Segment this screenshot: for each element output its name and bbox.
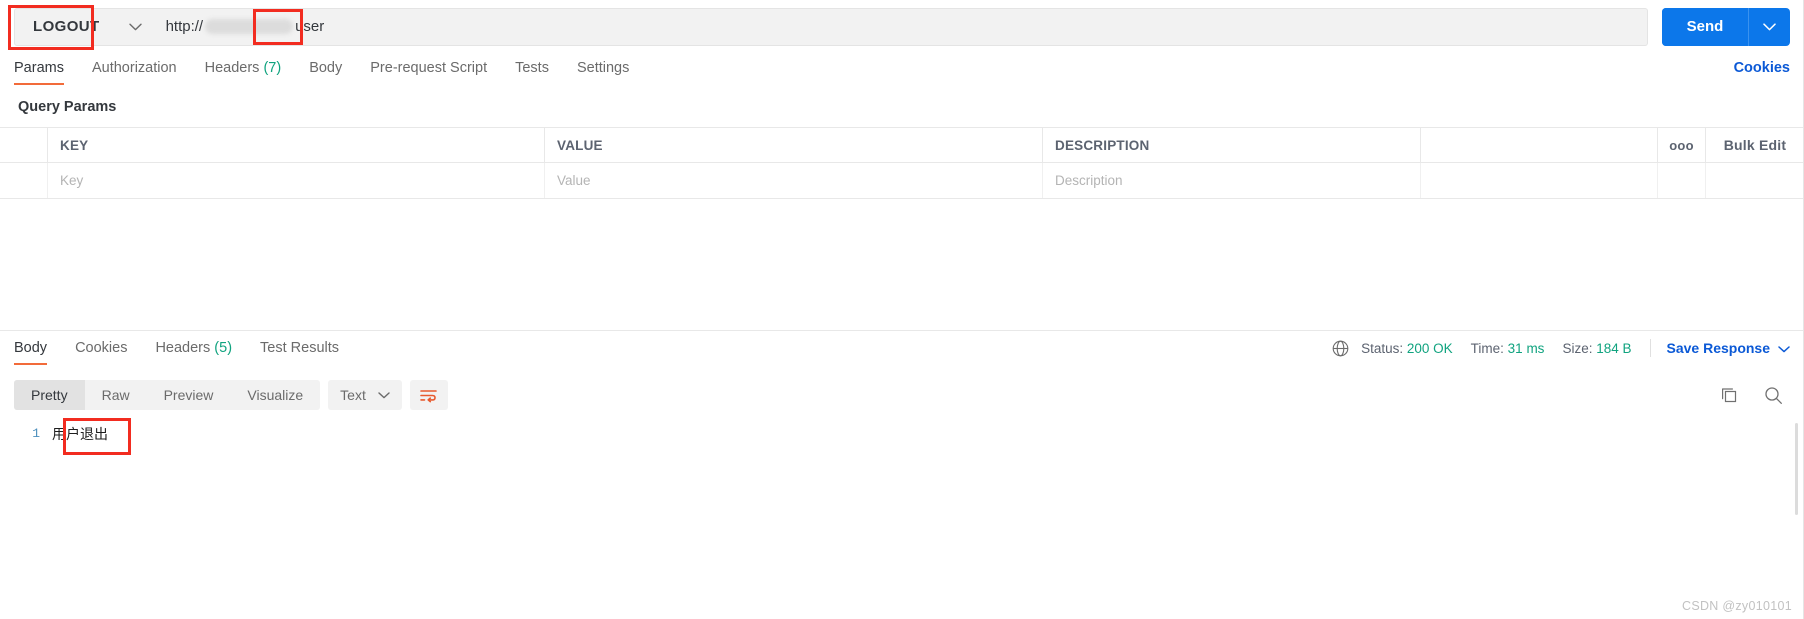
- save-response-button[interactable]: Save Response: [1667, 340, 1791, 356]
- response-tab-cookies-label: Cookies: [75, 339, 128, 356]
- http-method-label: LOGOUT: [33, 18, 100, 35]
- response-format-toolbar: Pretty Raw Preview Visualize Text: [0, 373, 1804, 417]
- search-icon[interactable]: [1756, 380, 1790, 410]
- status-value: 200 OK: [1406, 340, 1453, 356]
- response-language-selector[interactable]: Text: [328, 380, 402, 410]
- url-redacted-host: [205, 19, 294, 34]
- tab-body-label: Body: [309, 60, 343, 76]
- tab-body[interactable]: Body: [309, 60, 342, 85]
- response-tab-test-results[interactable]: Test Results: [260, 340, 339, 365]
- response-size: Size: 184 B: [1562, 341, 1631, 356]
- send-button-group: Send: [1662, 7, 1790, 46]
- response-tab-body-label: Body: [14, 339, 48, 356]
- chevron-down-icon[interactable]: [116, 8, 156, 46]
- response-scrollbar[interactable]: [1795, 423, 1798, 515]
- cookies-link[interactable]: Cookies: [1734, 60, 1790, 85]
- size-label: Size:: [1562, 340, 1593, 356]
- request-tab-bar: Params Authorization Headers (7) Body Pr…: [0, 53, 1804, 92]
- code-line: 1 用户退出: [0, 417, 1804, 445]
- size-value: 184 B: [1596, 340, 1632, 356]
- response-status-group: Status: 200 OK Time: 31 ms Size: 184 B S…: [1332, 339, 1790, 365]
- response-body-viewer[interactable]: 1 用户退出: [0, 417, 1804, 602]
- view-visualize-button[interactable]: Visualize: [230, 380, 320, 410]
- row-spacer-cell: [1421, 163, 1658, 198]
- tab-tests[interactable]: Tests: [515, 60, 549, 85]
- query-params-table: KEY VALUE DESCRIPTION ooo Bulk Edit Key …: [0, 127, 1804, 199]
- status-label: Status:: [1361, 340, 1404, 356]
- query-params-heading: Query Params: [18, 99, 117, 115]
- status-divider: [1649, 339, 1651, 357]
- column-header-value: VALUE: [545, 128, 1043, 162]
- send-options-chevron-down-icon[interactable]: [1748, 7, 1790, 46]
- tab-headers[interactable]: Headers (7): [205, 60, 282, 85]
- column-header-key: KEY: [48, 128, 545, 162]
- response-language-label: Text: [340, 387, 366, 403]
- url-suffix: user: [295, 18, 325, 35]
- row-trailing-cell: [1706, 163, 1804, 198]
- tab-headers-count: (7): [263, 60, 282, 76]
- tab-pre-request-script-label: Pre-request Script: [370, 60, 488, 76]
- send-button[interactable]: Send: [1662, 7, 1748, 46]
- url-prefix: http://: [165, 18, 204, 35]
- status-code: Status: 200 OK: [1361, 341, 1453, 356]
- param-description-input[interactable]: Description: [1043, 163, 1421, 198]
- response-tab-bar: Body Cookies Headers (5) Test Results St…: [0, 333, 1804, 371]
- tab-authorization-label: Authorization: [91, 60, 177, 76]
- table-row[interactable]: Key Value Description: [0, 163, 1804, 198]
- view-raw-button[interactable]: Raw: [85, 380, 147, 410]
- time-label: Time:: [1470, 340, 1504, 356]
- tab-params-label: Params: [14, 60, 64, 76]
- header-checkbox-cell: [0, 128, 48, 162]
- response-time: Time: 31 ms: [1471, 341, 1545, 356]
- table-options-icon[interactable]: ooo: [1658, 128, 1706, 162]
- bulk-edit-button[interactable]: Bulk Edit: [1706, 128, 1804, 162]
- response-section-divider: [0, 330, 1804, 331]
- view-preview-button[interactable]: Preview: [147, 380, 231, 410]
- tab-pre-request-script[interactable]: Pre-request Script: [370, 60, 487, 85]
- http-method-selector[interactable]: LOGOUT: [14, 7, 156, 46]
- request-url-bar: LOGOUT http:// user Send: [0, 0, 1804, 53]
- row-options-cell: [1658, 163, 1706, 198]
- globe-icon: [1332, 340, 1349, 357]
- response-tab-headers-count: (5): [214, 339, 233, 356]
- word-wrap-icon[interactable]: [409, 380, 448, 410]
- tab-params[interactable]: Params: [14, 60, 64, 85]
- tab-authorization[interactable]: Authorization: [92, 60, 177, 85]
- view-pretty-button[interactable]: Pretty: [14, 380, 85, 410]
- response-toolbar-actions: [1702, 380, 1790, 410]
- save-response-label: Save Response: [1666, 340, 1771, 356]
- response-view-segmented-control: Pretty Raw Preview Visualize: [14, 380, 321, 410]
- save-response-chevron-down-icon[interactable]: [1778, 340, 1790, 356]
- language-chevron-down-icon[interactable]: [378, 391, 390, 399]
- column-header-description: DESCRIPTION: [1043, 128, 1421, 162]
- header-spacer-cell: [1421, 128, 1658, 162]
- response-tab-cookies[interactable]: Cookies: [75, 340, 127, 365]
- response-tab-test-results-label: Test Results: [260, 339, 340, 356]
- param-value-input[interactable]: Value: [545, 163, 1043, 198]
- table-header-row: KEY VALUE DESCRIPTION ooo Bulk Edit: [0, 128, 1804, 163]
- response-tab-headers[interactable]: Headers (5): [155, 340, 232, 365]
- copy-icon[interactable]: [1712, 380, 1746, 410]
- tab-settings-label: Settings: [576, 60, 630, 76]
- tab-tests-label: Tests: [515, 60, 549, 76]
- response-tab-headers-label: Headers: [155, 339, 211, 356]
- response-body-content: 用户退出: [52, 426, 108, 442]
- response-tab-body[interactable]: Body: [14, 339, 48, 365]
- watermark: CSDN @zy010101: [1682, 599, 1792, 613]
- time-value: 31 ms: [1507, 340, 1545, 356]
- postman-window: LOGOUT http:// user Send Params Authoriza…: [0, 0, 1804, 619]
- row-checkbox-cell[interactable]: [0, 163, 48, 198]
- tab-headers-label: Headers: [204, 60, 260, 76]
- request-url-input[interactable]: http:// user: [155, 7, 1648, 46]
- line-number: 1: [32, 426, 40, 441]
- param-key-input[interactable]: Key: [48, 163, 545, 198]
- tab-settings[interactable]: Settings: [577, 60, 629, 85]
